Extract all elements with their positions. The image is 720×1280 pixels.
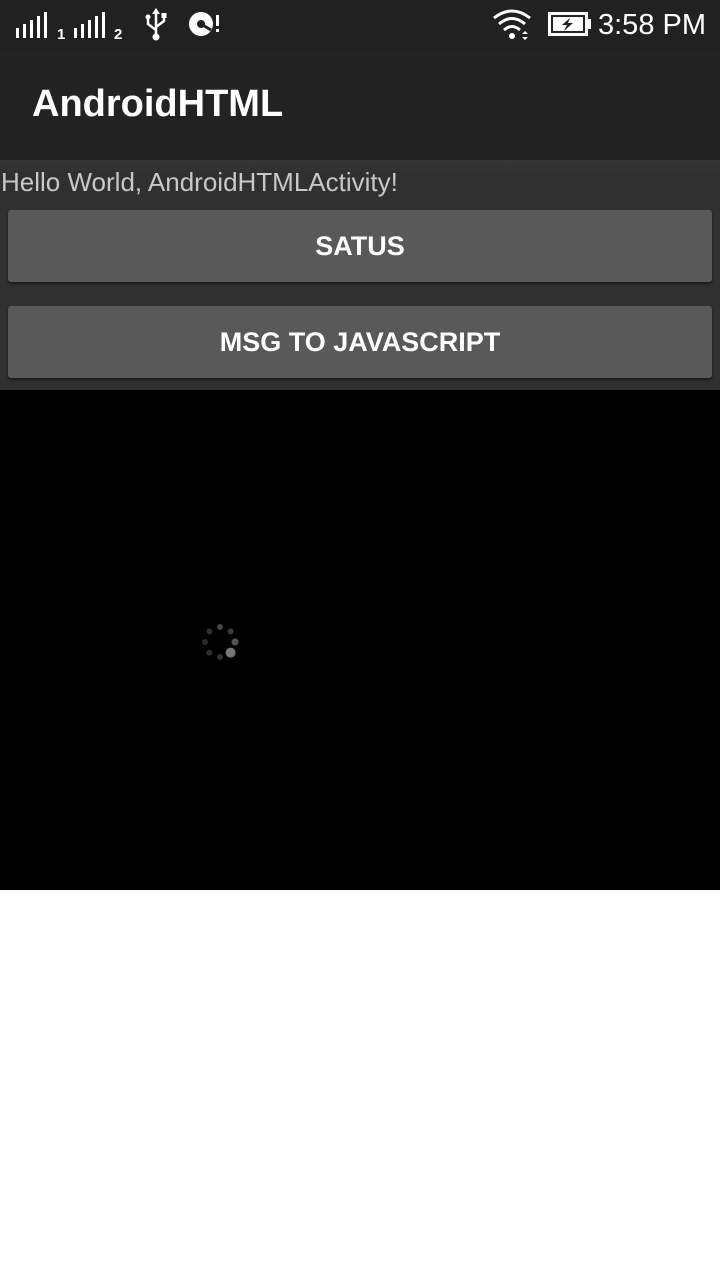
wifi-icon [493, 9, 531, 40]
usb-icon [145, 8, 167, 41]
webview[interactable] [0, 390, 720, 890]
loading-spinner-icon [202, 624, 239, 660]
status-bar: 1 2 3:58 PM [0, 0, 720, 50]
action-bar: AndroidHTML [0, 50, 720, 160]
signal-sim1-icon [16, 12, 47, 38]
android-screen: 1 2 3:58 PM AndroidHTML Hello World, And… [0, 0, 720, 1280]
blank-area [0, 890, 720, 1280]
sim2-label: 2 [114, 26, 123, 43]
content-area: Hello World, AndroidHTMLActivity! SATUS … [0, 160, 720, 390]
app-title: AndroidHTML [32, 83, 284, 125]
sim1-label: 1 [57, 26, 66, 43]
battery-charging-icon [548, 12, 591, 36]
msg-to-javascript-button[interactable]: MSG TO JAVASCRIPT [8, 306, 712, 378]
signal-sim2-icon [74, 12, 105, 38]
status-button[interactable]: SATUS [8, 210, 712, 282]
status-clock: 3:58 PM [598, 9, 706, 41]
hello-text: Hello World, AndroidHTMLActivity! [1, 167, 398, 197]
sync-alert-icon [189, 12, 219, 36]
